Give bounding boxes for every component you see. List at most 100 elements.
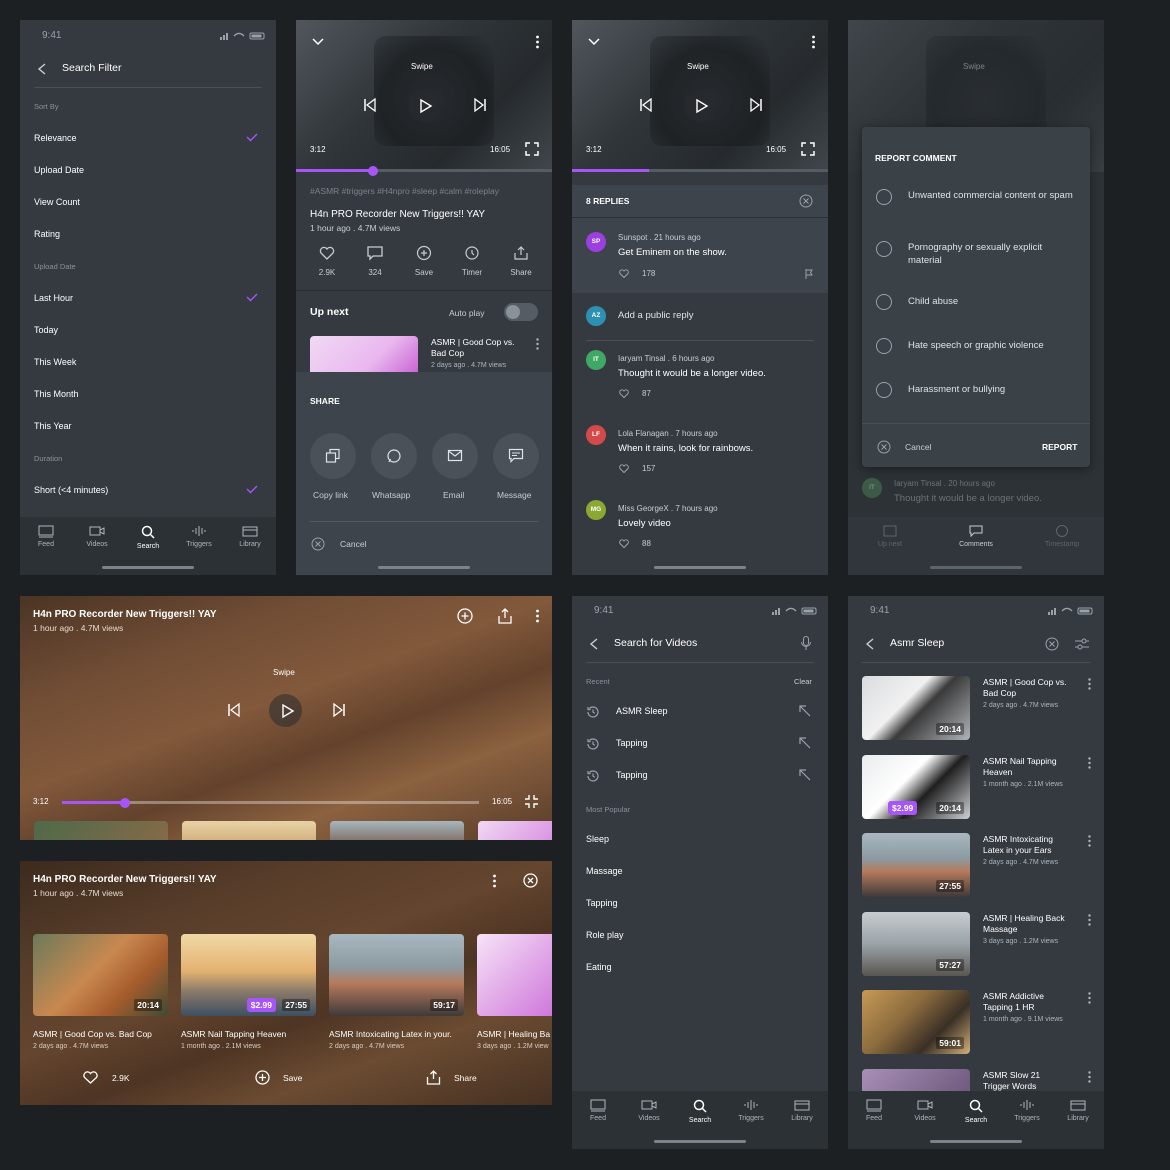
card-title[interactable]: ASMR Nail Tapping Heaven xyxy=(181,1029,286,1039)
chevron-down-icon[interactable] xyxy=(312,38,324,46)
add-circle-icon[interactable] xyxy=(255,1070,270,1085)
more-icon[interactable] xyxy=(1088,835,1091,847)
nav-search[interactable]: Search xyxy=(956,1099,996,1124)
result-title-line2[interactable]: Bad Cop xyxy=(983,688,1016,698)
result-thumbnail[interactable]: 20:14 xyxy=(862,676,970,740)
report-option[interactable]: Unwanted commercial content or spam xyxy=(908,189,1078,202)
next-icon[interactable] xyxy=(333,702,345,718)
search-query[interactable]: Asmr Sleep xyxy=(890,637,944,649)
radio-child-abuse[interactable] xyxy=(876,294,892,310)
card-title[interactable]: ASMR | Good Cop vs. Bad Cop xyxy=(33,1029,152,1039)
message-button[interactable] xyxy=(493,433,539,479)
email-button[interactable] xyxy=(432,433,478,479)
report-option[interactable]: Harassment or bullying xyxy=(908,384,1078,395)
share-icon[interactable] xyxy=(497,608,513,624)
more-icon[interactable] xyxy=(1088,756,1091,769)
copy-link-button[interactable] xyxy=(310,433,356,479)
more-icon[interactable] xyxy=(536,35,539,49)
video-thumbnail[interactable]: 59:17 xyxy=(329,934,464,1016)
card-title[interactable]: ASMR | Healing Ba xyxy=(477,1029,550,1039)
peek-thumbnail[interactable] xyxy=(182,821,316,840)
popular-search-item[interactable]: Massage xyxy=(586,866,623,876)
cancel-button[interactable]: Cancel xyxy=(340,539,366,549)
video-thumbnail[interactable]: 27:55 $2.99 xyxy=(181,934,316,1016)
result-title-line2[interactable]: Heaven xyxy=(983,767,1012,777)
filter-icon[interactable] xyxy=(1075,637,1089,651)
filter-option-view-count[interactable]: View Count xyxy=(34,197,80,207)
more-icon[interactable] xyxy=(812,35,815,49)
save-label[interactable]: Save xyxy=(283,1073,302,1083)
recent-search-item[interactable]: Tapping xyxy=(616,770,648,780)
landscape-player[interactable]: H4n PRO Recorder New Triggers!! YAY 1 ho… xyxy=(20,596,552,840)
nav-library[interactable]: Library xyxy=(782,1099,822,1122)
share-icon[interactable] xyxy=(426,1070,441,1085)
fullscreen-icon[interactable] xyxy=(525,142,539,156)
seek-handle[interactable] xyxy=(367,166,378,176)
microphone-icon[interactable] xyxy=(801,636,811,651)
avatar[interactable]: SP xyxy=(586,232,606,252)
nav-videos[interactable]: Videos xyxy=(77,525,117,548)
recent-search-item[interactable]: Tapping xyxy=(616,738,648,748)
more-icon[interactable] xyxy=(1088,678,1091,690)
popular-search-item[interactable]: Sleep xyxy=(586,834,609,844)
heart-icon[interactable] xyxy=(619,539,629,549)
result-thumbnail[interactable]: 59:01 xyxy=(862,990,970,1054)
add-circle-icon[interactable] xyxy=(457,608,473,624)
clear-button[interactable]: Clear xyxy=(794,677,812,686)
more-icon[interactable] xyxy=(493,874,496,888)
nav-search[interactable]: Search xyxy=(680,1099,720,1124)
result-title-line2[interactable]: Latex in your Ears xyxy=(983,845,1052,855)
result-thumbnail[interactable]: 27:55 xyxy=(862,833,970,897)
radio-hate-speech[interactable] xyxy=(876,338,892,354)
avatar[interactable]: LF xyxy=(586,425,606,445)
filter-option-short[interactable]: Short (<4 minutes) xyxy=(34,485,108,495)
filter-option-upload-date[interactable]: Upload Date xyxy=(34,165,84,175)
action-timer[interactable]: Timer xyxy=(458,246,486,277)
more-icon[interactable] xyxy=(1088,992,1091,1004)
back-icon[interactable] xyxy=(37,63,46,75)
nav-videos[interactable]: Videos xyxy=(629,1099,669,1122)
more-icon[interactable] xyxy=(1088,1070,1091,1083)
cancel-button[interactable]: Cancel xyxy=(905,442,931,452)
result-title[interactable]: ASMR Intoxicating xyxy=(983,834,1053,844)
heart-icon[interactable] xyxy=(619,269,629,279)
action-like[interactable]: 2.9K xyxy=(316,246,338,277)
seek-handle[interactable] xyxy=(119,798,130,808)
popular-search-item[interactable]: Tapping xyxy=(586,898,618,908)
nav-triggers[interactable]: Triggers xyxy=(731,1099,771,1122)
popular-search-item[interactable]: Role play xyxy=(586,930,624,940)
heart-icon[interactable] xyxy=(83,1071,98,1084)
avatar[interactable]: MG xyxy=(586,500,606,520)
peek-thumbnail[interactable] xyxy=(34,821,168,840)
whatsapp-button[interactable] xyxy=(371,433,417,479)
up-next-title[interactable]: ASMR | Good Cop vs. xyxy=(431,337,514,347)
radio-sexual[interactable] xyxy=(876,241,892,257)
close-icon[interactable] xyxy=(877,440,891,454)
filter-option-this-year[interactable]: This Year xyxy=(34,421,72,431)
result-title[interactable]: ASMR Addictive xyxy=(983,991,1044,1001)
filter-option-rating[interactable]: Rating xyxy=(34,229,60,239)
video-thumbnail[interactable] xyxy=(477,934,552,1016)
peek-thumbnail[interactable] xyxy=(330,821,464,840)
search-input[interactable]: Search for Videos xyxy=(614,637,697,649)
next-icon[interactable] xyxy=(474,97,486,113)
filter-option-this-month[interactable]: This Month xyxy=(34,389,79,399)
result-thumbnail[interactable]: 20:14 $2.99 xyxy=(862,754,970,819)
up-next-thumbnail[interactable] xyxy=(310,336,418,376)
video-thumbnail[interactable]: 20:14 xyxy=(33,934,168,1016)
more-icon[interactable] xyxy=(536,609,539,623)
report-button[interactable]: REPORT xyxy=(1042,442,1077,452)
arrow-up-left-icon[interactable] xyxy=(799,769,811,781)
autoplay-toggle[interactable] xyxy=(504,303,538,321)
result-title-line2[interactable]: Tapping 1 HR xyxy=(983,1002,1035,1012)
more-icon[interactable] xyxy=(536,338,539,350)
previous-icon[interactable] xyxy=(228,702,240,718)
result-title[interactable]: ASMR Nail Tapping xyxy=(983,756,1057,766)
filter-option-relevance[interactable]: Relevance xyxy=(34,133,77,143)
nav-search[interactable]: Search xyxy=(128,525,168,550)
nav-triggers[interactable]: Triggers xyxy=(179,525,219,548)
more-icon[interactable] xyxy=(1088,913,1091,926)
filter-option-last-hour[interactable]: Last Hour xyxy=(34,293,73,303)
filter-option-today[interactable]: Today xyxy=(34,325,58,335)
result-thumbnail[interactable]: 57:27 xyxy=(862,911,970,976)
